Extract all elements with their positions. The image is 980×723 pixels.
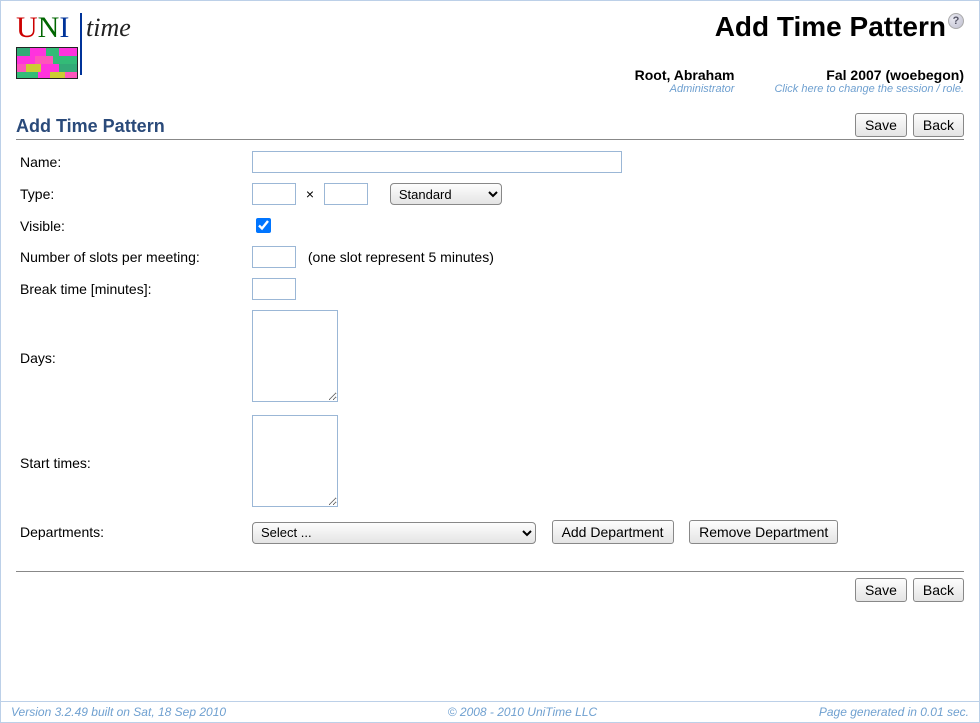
remove-department-button[interactable]: Remove Department bbox=[689, 520, 838, 544]
type-select[interactable]: Standard bbox=[390, 183, 502, 205]
days-label: Days: bbox=[16, 305, 248, 410]
add-department-button[interactable]: Add Department bbox=[552, 520, 674, 544]
visible-checkbox[interactable] bbox=[256, 218, 271, 233]
user-name: Root, Abraham bbox=[635, 67, 735, 83]
save-button-bottom[interactable]: Save bbox=[855, 578, 907, 602]
name-input[interactable] bbox=[252, 151, 622, 173]
break-label: Break time [minutes]: bbox=[16, 273, 248, 305]
type-input-1[interactable] bbox=[252, 183, 296, 205]
back-button-bottom[interactable]: Back bbox=[913, 578, 964, 602]
slots-label: Number of slots per meeting: bbox=[16, 241, 248, 273]
start-times-label: Start times: bbox=[16, 410, 248, 515]
start-times-textarea[interactable] bbox=[252, 415, 338, 507]
session-name[interactable]: Fal 2007 (woebegon) bbox=[774, 67, 964, 83]
departments-select[interactable]: Select ... bbox=[252, 522, 536, 544]
user-role: Administrator bbox=[635, 83, 735, 95]
type-input-2[interactable] bbox=[324, 183, 368, 205]
multiply-sign: × bbox=[306, 186, 314, 202]
footer-copyright: © 2008 - 2010 UniTime LLC bbox=[448, 705, 597, 719]
departments-label: Departments: bbox=[16, 515, 248, 549]
slots-hint: (one slot represent 5 minutes) bbox=[308, 249, 494, 265]
back-button[interactable]: Back bbox=[913, 113, 964, 137]
save-button[interactable]: Save bbox=[855, 113, 907, 137]
session-hint[interactable]: Click here to change the session / role. bbox=[774, 83, 964, 95]
break-input[interactable] bbox=[252, 278, 296, 300]
days-textarea[interactable] bbox=[252, 310, 338, 402]
footer-version: Version 3.2.49 built on Sat, 18 Sep 2010 bbox=[11, 705, 226, 719]
page-title: Add Time Pattern bbox=[715, 11, 946, 43]
slots-input[interactable] bbox=[252, 246, 296, 268]
footer-gentime: Page generated in 0.01 sec. bbox=[819, 705, 969, 719]
type-label: Type: bbox=[16, 178, 248, 210]
help-icon[interactable]: ? bbox=[948, 13, 964, 29]
section-title: Add Time Pattern bbox=[16, 116, 165, 137]
name-label: Name: bbox=[16, 146, 248, 178]
app-logo: UNI time bbox=[16, 11, 131, 79]
visible-label: Visible: bbox=[16, 210, 248, 241]
